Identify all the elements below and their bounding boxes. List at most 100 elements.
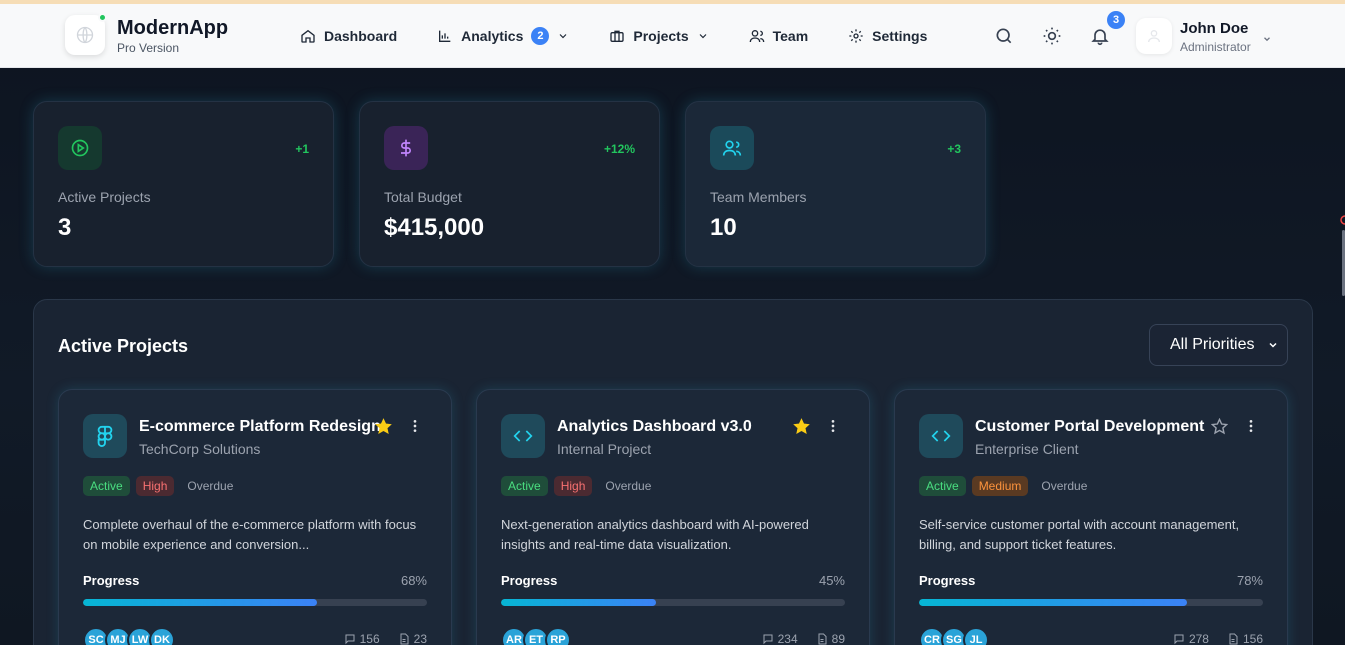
project-title[interactable]: E-commerce Platform Redesign	[139, 418, 381, 436]
member-avatars: AR ET RP	[501, 627, 571, 645]
progress-bar	[919, 599, 1263, 606]
project-meta: 278 156	[1173, 632, 1263, 645]
panel-title: Active Projects	[58, 336, 189, 356]
project-client: Enterprise Client	[975, 441, 1079, 457]
nav-item-projects[interactable]: Projects	[609, 28, 708, 44]
stat-delta: +1	[295, 142, 309, 156]
bell-icon[interactable]	[1090, 26, 1110, 46]
status-badge: Active	[83, 476, 130, 496]
status-badge: Active	[919, 476, 966, 496]
star-outline-icon[interactable]	[1211, 418, 1228, 435]
progress-value: 68%	[400, 573, 427, 588]
globe-icon	[76, 26, 94, 44]
member-avatar[interactable]: JL	[963, 627, 989, 645]
chevron-down-icon[interactable]	[1262, 34, 1272, 44]
chevron-down-icon	[699, 34, 707, 39]
project-icon-box	[501, 414, 545, 458]
project-title[interactable]: Customer Portal Development	[975, 418, 1204, 436]
project-card[interactable]: E-commerce Platform Redesign TechCorp So…	[58, 389, 452, 645]
file-icon	[818, 633, 827, 645]
top-navbar: ModernApp Pro Version Dashboard Analytic…	[0, 4, 1345, 68]
app-name: ModernApp	[117, 17, 229, 39]
user-role: Administrator	[1180, 40, 1251, 54]
comment-count: 278	[1188, 632, 1209, 645]
member-avatar[interactable]: DK	[149, 627, 175, 645]
star-filled-icon[interactable]	[793, 418, 810, 435]
gear-icon	[849, 29, 863, 43]
status-badge: Active	[501, 476, 548, 496]
more-vertical-icon[interactable]	[825, 418, 841, 434]
project-tags: Active High Overdue	[83, 476, 240, 496]
nav-item-analytics[interactable]: Analytics 2	[437, 27, 569, 45]
notification-count-badge: 3	[1107, 11, 1125, 29]
code-icon	[513, 430, 533, 442]
more-vertical-icon[interactable]	[407, 418, 423, 434]
comment-count: 156	[359, 632, 380, 645]
project-client: TechCorp Solutions	[139, 441, 261, 457]
briefcase-icon	[610, 30, 625, 42]
stat-card-active-projects: +1 Active Projects 3	[33, 101, 334, 267]
file-count: 89	[831, 632, 845, 645]
nav-label: Analytics	[461, 28, 524, 44]
star-filled-icon[interactable]	[375, 418, 392, 435]
member-avatars: CR SG JL	[919, 627, 989, 645]
project-card[interactable]: Analytics Dashboard v3.0 Internal Projec…	[476, 389, 870, 645]
search-icon[interactable]	[994, 26, 1014, 46]
stat-icon-box	[384, 126, 428, 170]
dollar-icon	[401, 139, 411, 157]
file-icon	[400, 633, 409, 645]
user-name[interactable]: John Doe	[1180, 20, 1248, 37]
project-description: Complete overhaul of the e-commerce plat…	[83, 517, 417, 552]
due-status: Overdue	[187, 479, 234, 493]
due-status: Overdue	[1041, 479, 1088, 493]
nav-label: Dashboard	[324, 28, 398, 44]
progress-fill	[919, 599, 1188, 606]
project-icon-box	[919, 414, 963, 458]
member-avatars: SC MJ LW DK	[83, 627, 175, 645]
chevron-down-icon	[559, 34, 567, 39]
more-vertical-icon[interactable]	[1243, 418, 1259, 434]
code-icon	[931, 430, 951, 442]
stat-card-team-members: +3 Team Members 10	[685, 101, 986, 267]
stat-card-total-budget: +12% Total Budget $415,000	[359, 101, 660, 267]
project-tags: Active High Overdue	[501, 476, 658, 496]
sun-icon[interactable]	[1042, 26, 1062, 46]
nav-item-settings[interactable]: Settings	[848, 28, 927, 44]
progress-fill	[83, 599, 317, 606]
project-client: Internal Project	[557, 441, 652, 457]
stat-icon-box	[58, 126, 102, 170]
app-logo[interactable]	[65, 13, 107, 55]
stat-icon-box	[710, 126, 754, 170]
project-title[interactable]: Analytics Dashboard v3.0	[557, 418, 752, 436]
nav-item-team[interactable]: Team	[749, 28, 808, 44]
project-tags: Active Medium Overdue	[919, 476, 1094, 496]
file-count: 23	[413, 632, 427, 645]
progress-fill	[501, 599, 656, 606]
priority-filter-select[interactable]: All Priorities	[1149, 324, 1288, 366]
user-avatar[interactable]	[1136, 18, 1172, 54]
user-icon	[1148, 30, 1160, 43]
home-icon	[301, 29, 315, 43]
project-icon-box	[83, 414, 127, 458]
progress-value: 78%	[1236, 573, 1263, 588]
stat-label: Active Projects	[58, 189, 151, 205]
progress-label: Progress	[919, 573, 976, 588]
side-feedback-tab[interactable]	[1339, 214, 1345, 304]
file-icon	[1229, 633, 1238, 645]
nav-label: Projects	[633, 28, 689, 44]
analytics-count-badge: 2	[531, 27, 550, 45]
project-description: Next-generation analytics dashboard with…	[501, 517, 809, 552]
project-card[interactable]: Customer Portal Development Enterprise C…	[894, 389, 1288, 645]
figma-icon	[97, 425, 113, 447]
nav-item-dashboard[interactable]: Dashboard	[300, 28, 397, 44]
priority-badge: High	[553, 476, 593, 496]
online-status-dot	[98, 13, 107, 22]
project-meta: 234 89	[762, 632, 845, 645]
project-description: Self-service customer portal with accoun…	[919, 517, 1240, 552]
comment-icon	[1174, 634, 1184, 645]
comment-icon	[345, 634, 355, 645]
chevron-down-icon	[1269, 342, 1277, 348]
file-count: 156	[1242, 632, 1263, 645]
member-avatar[interactable]: RP	[545, 627, 571, 645]
progress-bar	[83, 599, 427, 606]
